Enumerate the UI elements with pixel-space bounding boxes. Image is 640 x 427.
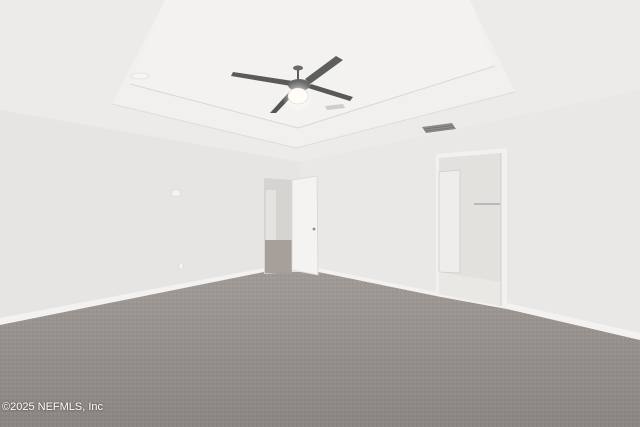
towel-bar [474,203,500,205]
outlet-icon [178,262,184,270]
bathroom-closet-door[interactable] [438,169,461,274]
door-knob [312,227,316,231]
door-icon[interactable] [291,175,319,276]
hallway-floor [265,240,292,273]
smoke-detector-icon [130,72,150,80]
hallway-wall [266,190,276,240]
watermark: ©2025 NEFMLS, Inc [2,401,104,413]
bedroom-scene [0,0,640,427]
fan-mount [293,65,303,71]
light-icon [287,87,309,105]
wall-plate [171,189,181,197]
